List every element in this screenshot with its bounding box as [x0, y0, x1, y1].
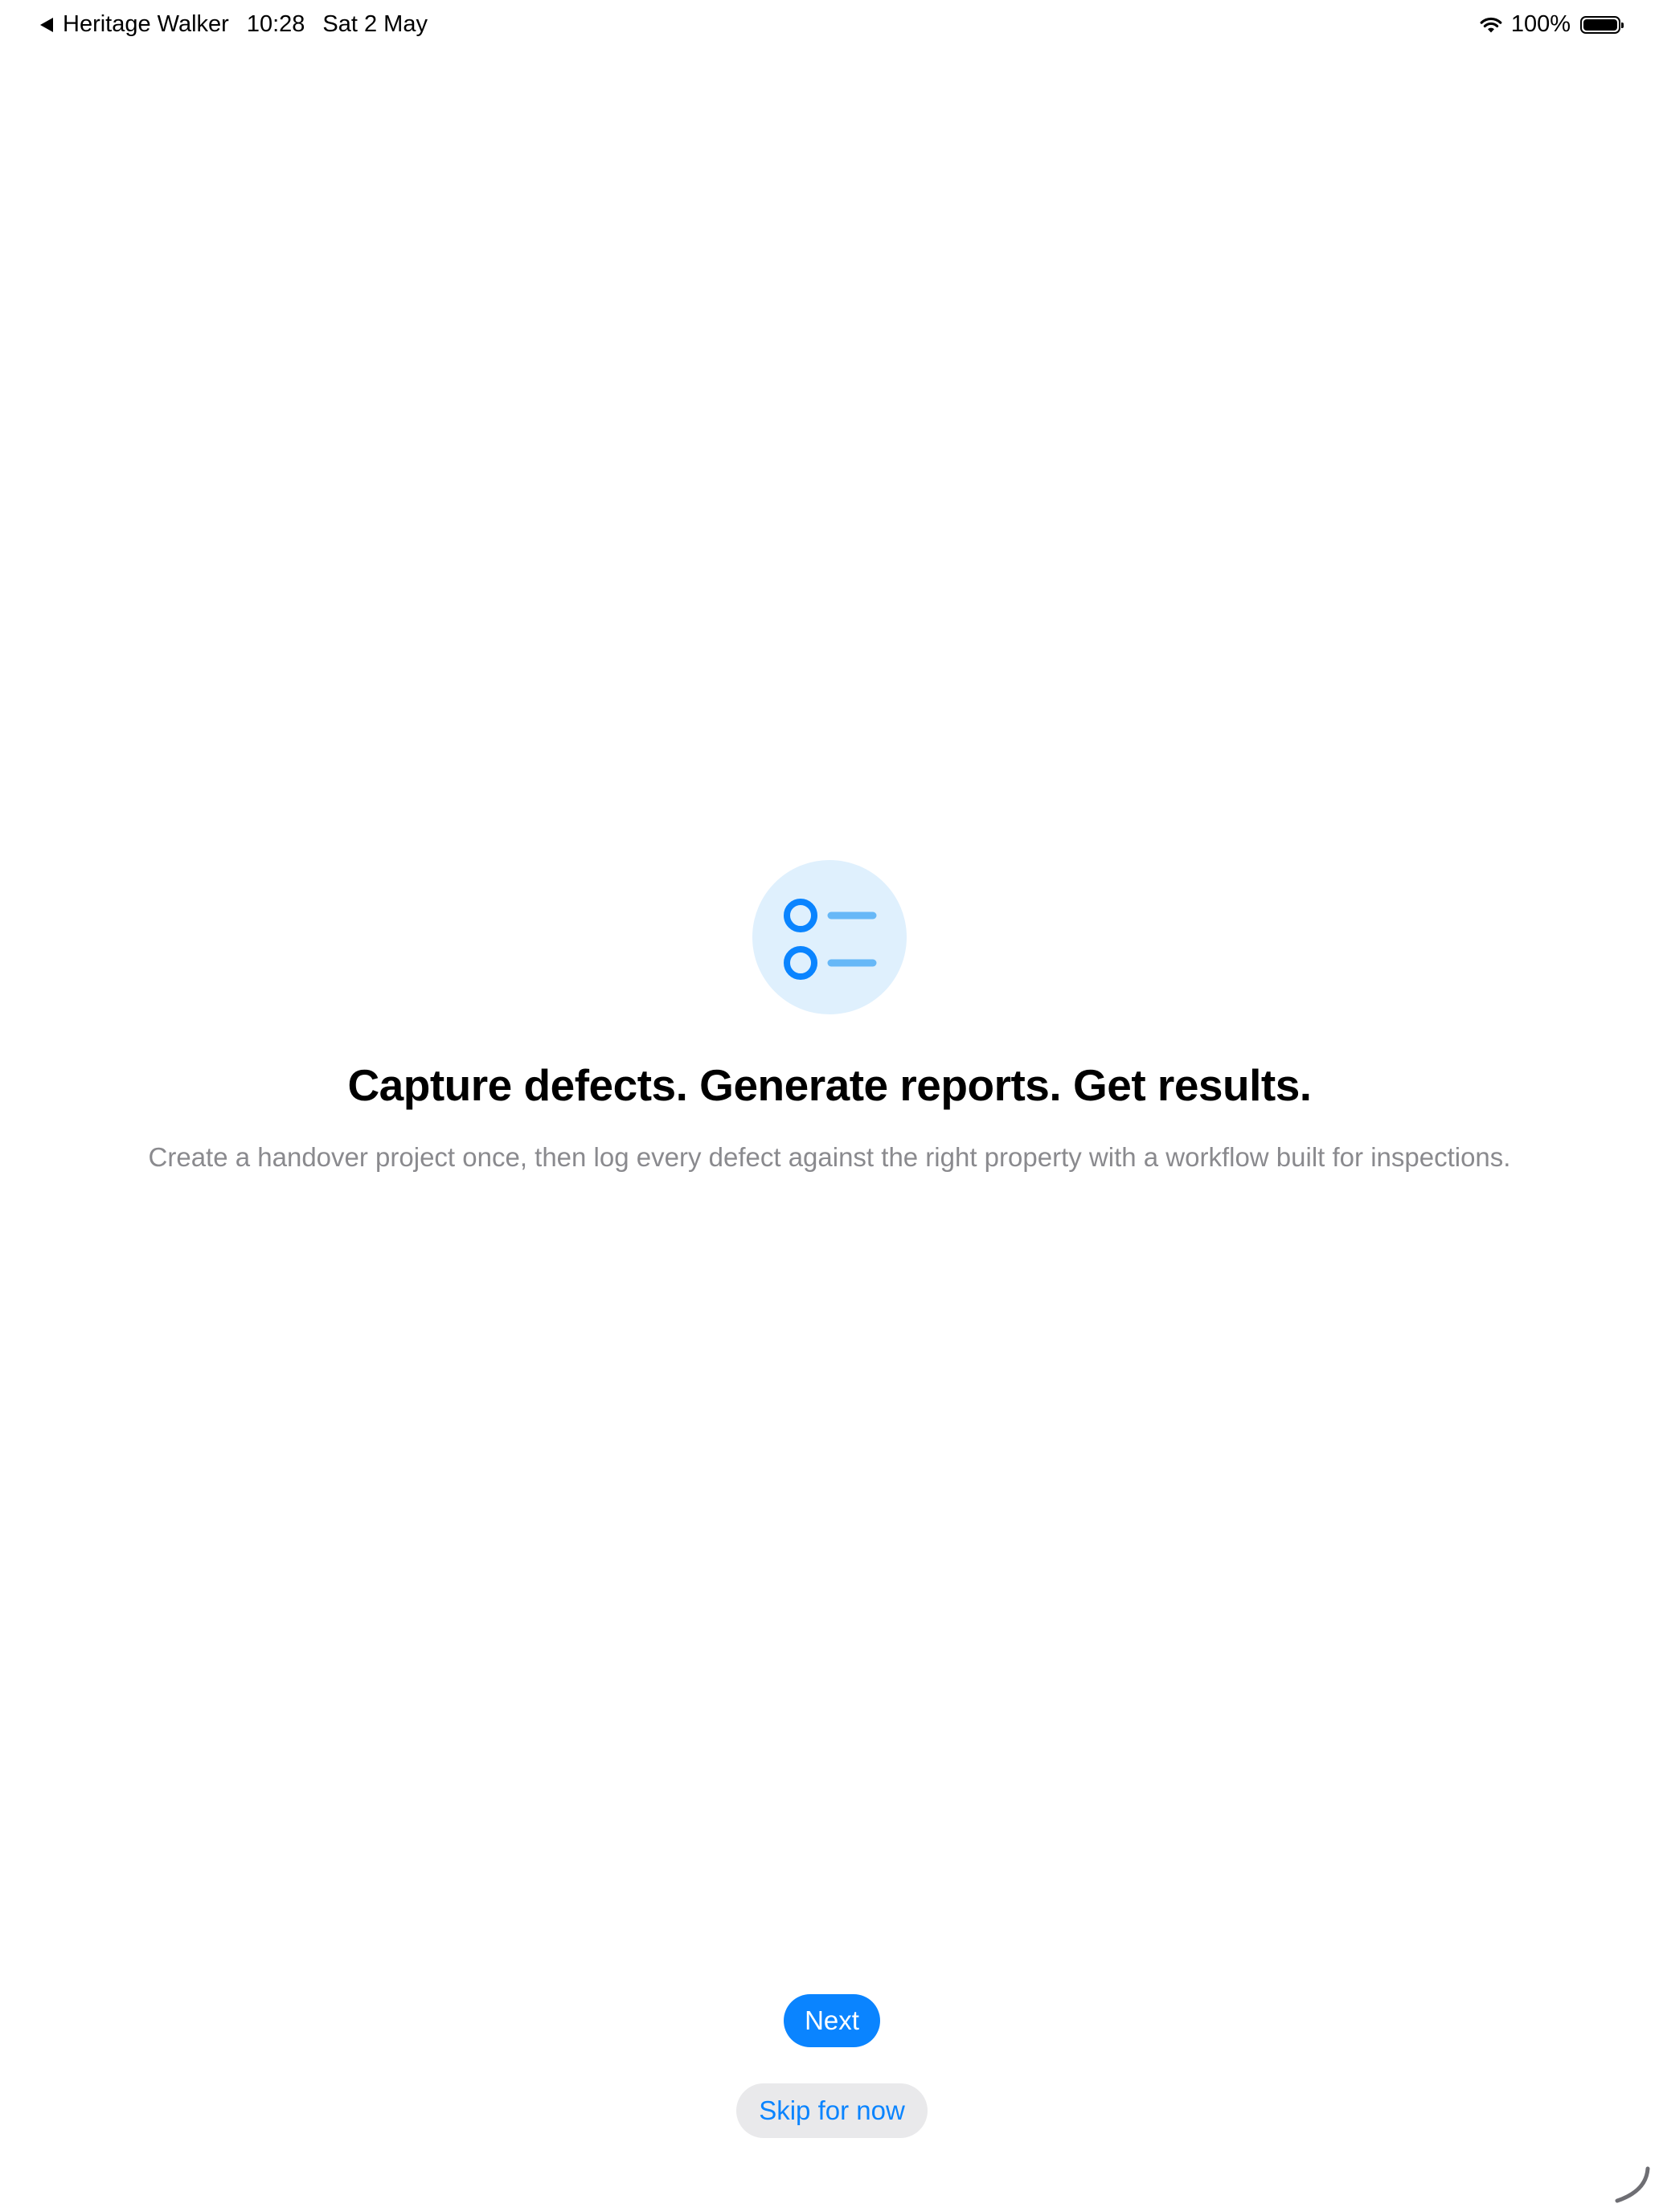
status-bar: Heritage Walker 10:28 Sat 2 May 100% [0, 0, 1659, 51]
next-button[interactable]: Next [784, 1994, 880, 2047]
status-date: Sat 2 May [322, 11, 428, 37]
onboarding-screen: Heritage Walker 10:28 Sat 2 May 100% Cap… [0, 0, 1659, 2212]
wifi-icon [1480, 17, 1502, 32]
onboarding-title: Capture defects. Generate reports. Get r… [347, 1060, 1312, 1110]
checklist-icon [752, 860, 907, 1014]
battery-percentage: 100% [1510, 11, 1571, 37]
onboarding-description: Create a handover project once, then log… [148, 1142, 1511, 1172]
back-to-app[interactable]: Heritage Walker 10:28 Sat 2 May [40, 11, 428, 38]
resize-corner-icon[interactable] [1612, 2165, 1651, 2204]
back-app-name: Heritage Walker [63, 11, 229, 37]
skip-button[interactable]: Skip for now [736, 2083, 928, 2138]
status-right: 100% [1479, 11, 1624, 38]
back-arrow-icon [40, 17, 53, 32]
battery-icon [1580, 15, 1624, 34]
status-time: 10:28 [246, 11, 305, 37]
